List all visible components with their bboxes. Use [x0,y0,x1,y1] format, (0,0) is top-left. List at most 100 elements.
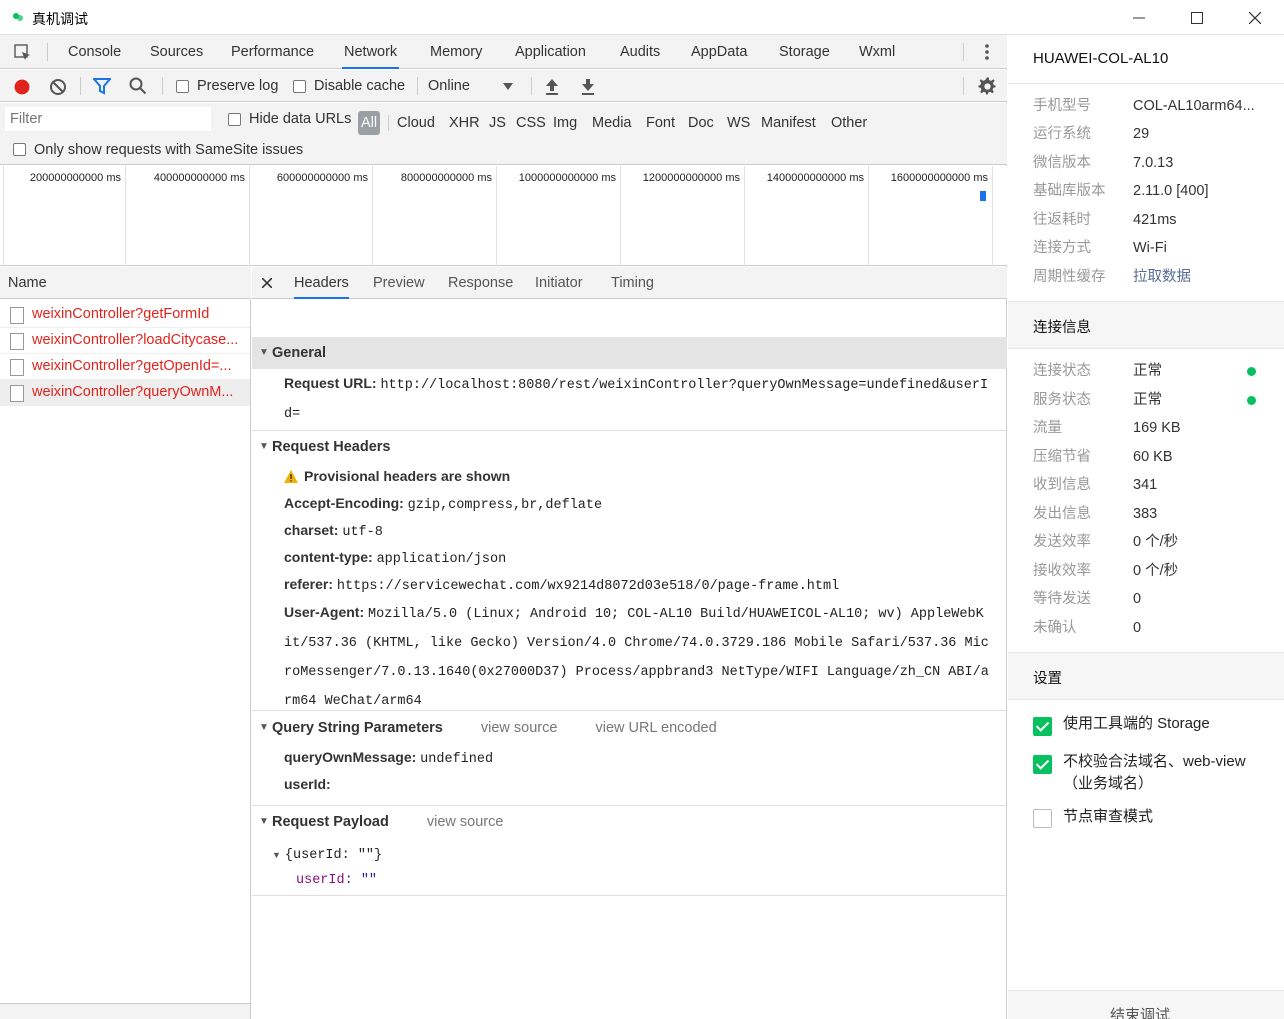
conn-key: 服务状态 [1033,392,1091,408]
info-key: 手机型号 [1033,98,1091,114]
info-row: 微信版本 7.0.13 [1033,149,1273,177]
more-menu-icon[interactable] [984,43,990,61]
conn-value: 0 个/秒 [1133,534,1179,550]
record-icon[interactable] [12,77,32,97]
samesite-checkbox[interactable] [13,143,26,156]
filter-type-media[interactable]: Media [588,111,636,135]
tab-response[interactable]: Response [448,267,513,299]
clear-icon[interactable] [49,78,67,96]
info-key: 微信版本 [1033,155,1091,171]
view-url-encoded-link[interactable]: view URL encoded [595,720,716,736]
inspect-element-icon[interactable] [14,44,32,62]
tab-appdata[interactable]: AppData [689,35,749,69]
conn-info-title: 连接信息 [1033,320,1091,336]
request-headers-section-header[interactable]: ▼ Request Headers [252,431,1007,463]
skip-domain-check-checkbox[interactable] [1033,755,1052,774]
divider [388,115,389,131]
filter-input[interactable] [5,107,211,131]
info-key: 运行系统 [1033,126,1091,142]
document-icon [10,333,24,350]
request-url-row: Request URL: http://localhost:8080/rest/… [284,370,1004,428]
tab-preview[interactable]: Preview [373,267,425,299]
conn-info-header: 连接信息 [1008,301,1284,349]
filter-type-js[interactable]: JS [485,111,510,135]
name-column-header[interactable]: Name [0,267,251,299]
info-row: 手机型号 COL-AL10arm64... [1033,92,1273,120]
tab-audits[interactable]: Audits [618,35,662,69]
throttling-select[interactable]: Online [428,74,518,98]
conn-value: 0 [1133,591,1142,607]
filter-type-doc[interactable]: Doc [684,111,718,135]
end-debug-button[interactable]: 结束调试 [1008,990,1284,1019]
request-row[interactable]: weixinController?loadCitycase... [0,328,250,354]
filter-input-wrap [5,107,211,131]
payload-section-header[interactable]: ▼ Request Payload view source [252,806,1007,838]
overview-tick: 1000000000000 ms [497,166,621,266]
header-value-cont: it/537.36 (KHTML, like Gecko) Version/4.… [284,636,989,651]
maximize-button[interactable] [1168,0,1226,35]
conn-row: 发出信息 383 [1033,500,1273,528]
divider [80,77,81,95]
filter-type-css[interactable]: CSS [512,111,550,135]
info-value: COL-AL10arm64... [1133,98,1255,114]
tab-memory[interactable]: Memory [428,35,484,69]
tab-timing[interactable]: Timing [611,267,654,299]
general-section-header[interactable]: ▼ General [252,337,1007,369]
filter-icon[interactable] [93,78,111,95]
query-params-section-header[interactable]: ▼ Query String Parameters view source vi… [252,712,1007,744]
divider [252,710,1007,711]
search-icon[interactable] [129,77,147,95]
divider [417,77,418,95]
document-icon [10,385,24,402]
request-row-selected[interactable]: weixinController?queryOwnM... [0,380,250,406]
filter-type-cloud[interactable]: Cloud [393,111,439,135]
device-side-panel: HUAWEI-COL-AL10 手机型号 COL-AL10arm64... 运行系… [1008,35,1284,1019]
devtools-panel: Console Sources Performance Network Memo… [0,35,1007,1019]
collapse-triangle-icon: ▼ [259,722,269,733]
tab-headers[interactable]: Headers [294,267,349,299]
fetch-data-link[interactable]: 拉取数据 [1133,263,1263,291]
request-row[interactable]: weixinController?getOpenId=... [0,354,250,380]
gear-icon[interactable] [978,77,997,96]
view-source-link[interactable]: view source [427,814,504,830]
conn-value: 0 [1133,620,1142,636]
settings-title: 设置 [1033,671,1062,687]
view-source-link[interactable]: view source [481,720,558,736]
tab-network[interactable]: Network [342,35,400,69]
conn-row: 压缩节省 60 KB [1033,443,1273,471]
header-value: gzip,compress,br,deflate [407,498,603,513]
tab-application[interactable]: Application [513,35,588,69]
close-window-button[interactable] [1226,0,1284,35]
dropdown-arrow-icon [503,83,513,90]
disable-cache-checkbox[interactable] [293,80,306,93]
filter-type-other[interactable]: Other [827,111,871,135]
filter-type-font[interactable]: Font [642,111,679,135]
tab-performance[interactable]: Performance [229,35,316,69]
use-tool-storage-checkbox[interactable] [1033,717,1052,736]
node-inspect-checkbox[interactable] [1033,809,1052,828]
conn-row: 未确认 0 [1033,614,1273,642]
minimize-button[interactable] [1110,0,1168,35]
close-icon[interactable] [262,278,272,288]
tab-initiator[interactable]: Initiator [535,267,583,299]
export-har-icon[interactable] [580,78,596,95]
filter-type-img[interactable]: Img [549,111,581,135]
conn-row: 服务状态 正常 [1033,386,1273,414]
hide-data-urls-checkbox[interactable] [228,113,241,126]
overview-tick: 1600000000000 ms [869,166,993,266]
header-content-type: content-type: application/json [284,544,1004,573]
tab-storage[interactable]: Storage [777,35,832,69]
settings-header: 设置 [1008,652,1284,700]
overview-tick: 800000000000 ms [373,166,497,266]
tab-wxml[interactable]: Wxml [857,35,897,69]
request-row[interactable]: weixinController?getFormId [0,302,250,328]
filter-type-all[interactable]: All [358,111,381,135]
preserve-log-checkbox[interactable] [176,80,189,93]
filter-type-xhr[interactable]: XHR [445,111,484,135]
timeline-overview[interactable]: 200000000000 ms 400000000000 ms 60000000… [0,166,1007,266]
tab-console[interactable]: Console [66,35,123,69]
filter-type-ws[interactable]: WS [723,111,754,135]
import-har-icon[interactable] [544,78,560,95]
tab-sources[interactable]: Sources [148,35,205,69]
filter-type-manifest[interactable]: Manifest [757,111,820,135]
